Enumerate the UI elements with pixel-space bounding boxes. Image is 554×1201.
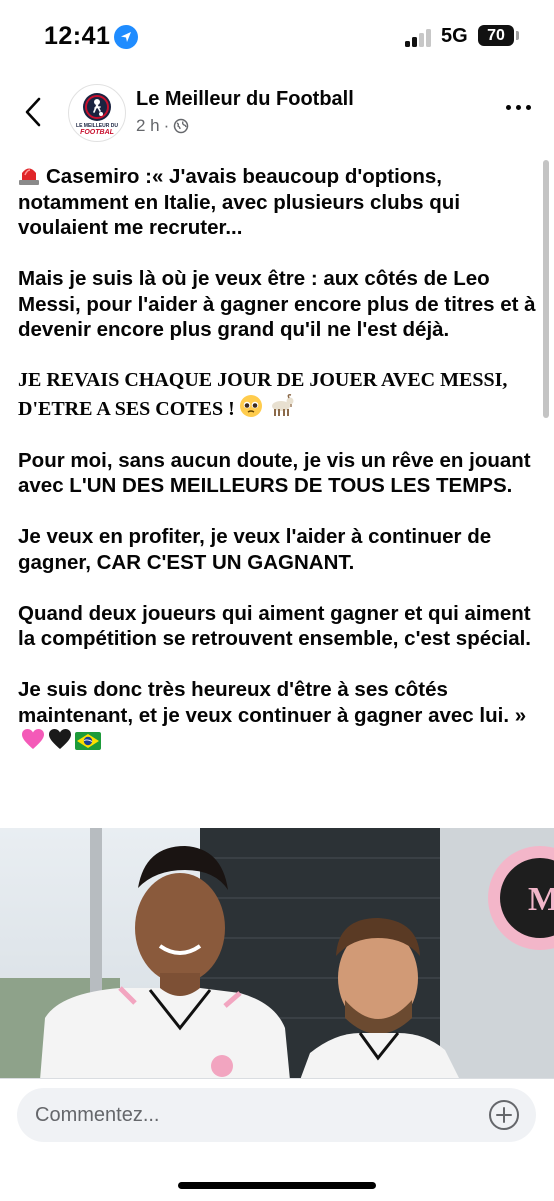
pleading-face-icon	[239, 394, 262, 417]
black-heart-icon	[49, 729, 71, 749]
more-dots-icon	[506, 105, 511, 110]
post-paragraph: Casemiro :« J'avais beaucoup d'options, …	[18, 164, 538, 241]
battery-icon: 70	[478, 25, 514, 46]
goat-icon	[271, 393, 294, 416]
more-options-button[interactable]	[502, 102, 536, 112]
post-header: LE MEILLEUR DU FOOTBAL Le Meilleur du Fo…	[0, 72, 554, 148]
post-paragraph: JE REVAIS CHAQUE JOUR DE JOUER AVEC MESS…	[18, 368, 538, 422]
page-name[interactable]: Le Meilleur du Football	[136, 88, 354, 111]
battery-cap	[516, 31, 519, 40]
police-light-icon	[19, 168, 39, 185]
logo-text-bottom: FOOTBAL	[80, 129, 114, 136]
scrollbar[interactable]	[543, 160, 549, 418]
comment-placeholder: Commentez...	[35, 1104, 160, 1126]
post-paragraph: Mais je suis là où je veux être : aux cô…	[18, 267, 536, 341]
players-photo: M	[0, 828, 554, 1080]
comment-bar: Commentez...	[0, 1078, 554, 1201]
plus-circle-icon	[489, 1100, 519, 1130]
post-paragraph: Quand deux joueurs qui aiment gagner et …	[18, 601, 532, 651]
post-paragraph: Pour moi, sans aucun doute, je vis un rê…	[18, 448, 531, 498]
home-indicator[interactable]	[178, 1182, 376, 1189]
network-label: 5G	[441, 25, 468, 47]
paragraph-text: Je suis donc très heureux d'être à ses c…	[18, 678, 527, 727]
comment-input[interactable]: Commentez...	[17, 1088, 536, 1142]
post-paragraph: Je suis donc très heureux d'être à ses c…	[18, 677, 538, 754]
add-attachment-button[interactable]	[488, 1099, 520, 1131]
chevron-left-icon	[25, 97, 41, 127]
paragraph-text: Casemiro :« J'avais beaucoup d'options, …	[18, 165, 461, 239]
back-button[interactable]	[20, 94, 50, 130]
post-paragraph: Je veux en profiter, je veux l'aider à c…	[18, 525, 492, 574]
meta-separator: ·	[163, 116, 170, 135]
post-text: Casemiro :« J'avais beaucoup d'options, …	[18, 164, 538, 779]
page-avatar[interactable]: LE MEILLEUR DU FOOTBAL	[68, 84, 126, 142]
post-meta: 2 h ·	[136, 116, 189, 136]
pink-heart-icon	[22, 729, 44, 749]
brazil-flag-icon	[75, 732, 101, 750]
post-photo[interactable]: M	[0, 828, 554, 1080]
location-arrow-icon	[114, 25, 138, 49]
globe-icon	[174, 118, 189, 134]
post-time[interactable]: 2 h	[136, 116, 160, 136]
cellular-signal-icon	[405, 27, 435, 47]
status-time: 12:41	[44, 22, 111, 50]
status-bar: 12:41 5G 70	[0, 0, 554, 72]
svg-text:M: M	[528, 881, 554, 918]
